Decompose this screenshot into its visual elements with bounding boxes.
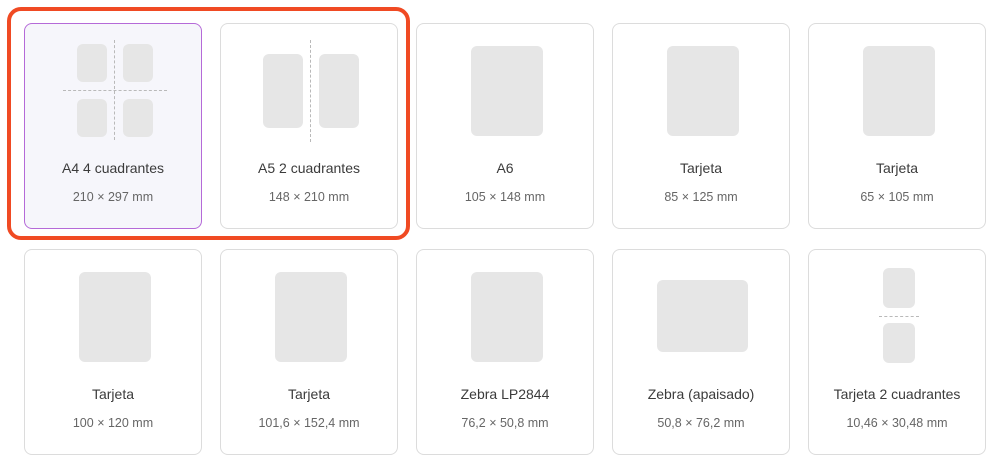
template-label: A5 2 cuadrantes bbox=[258, 160, 360, 176]
template-card-tarjeta-100x120[interactable]: Tarjeta 100 × 120 mm bbox=[24, 249, 202, 455]
template-label: Zebra LP2844 bbox=[460, 386, 550, 402]
template-dimensions: 100 × 120 mm bbox=[72, 416, 154, 430]
template-card-a6[interactable]: A6 105 × 148 mm bbox=[416, 23, 594, 229]
template-dimensions: 105 × 148 mm bbox=[464, 190, 546, 204]
tarjeta-2-quadrants-preview-icon bbox=[809, 250, 985, 390]
template-dimensions: 65 × 105 mm bbox=[860, 190, 934, 204]
template-label: A4 4 cuadrantes bbox=[62, 160, 164, 176]
zebra-lp2844-preview-icon bbox=[417, 250, 593, 390]
template-dimensions: 10,46 × 30,48 mm bbox=[846, 416, 948, 430]
template-label: Tarjeta bbox=[91, 386, 135, 402]
template-dimensions: 101,6 × 152,4 mm bbox=[258, 416, 360, 430]
template-card-zebra-landscape[interactable]: Zebra (apaisado) 50,8 × 76,2 mm bbox=[612, 249, 790, 455]
template-dimensions: 148 × 210 mm bbox=[268, 190, 350, 204]
template-card-tarjeta-101x152[interactable]: Tarjeta 101,6 × 152,4 mm bbox=[220, 249, 398, 455]
template-card-tarjeta-65x105[interactable]: Tarjeta 65 × 105 mm bbox=[808, 23, 986, 229]
template-card-zebra-lp2844[interactable]: Zebra LP2844 76,2 × 50,8 mm bbox=[416, 249, 594, 455]
template-card-tarjeta-85x125[interactable]: Tarjeta 85 × 125 mm bbox=[612, 23, 790, 229]
template-dimensions: 50,8 × 76,2 mm bbox=[657, 416, 745, 430]
template-label: A6 bbox=[496, 160, 514, 176]
template-card-a4-4-quadrants[interactable]: A4 4 cuadrantes 210 × 297 mm bbox=[24, 23, 202, 229]
template-dimensions: 210 × 297 mm bbox=[72, 190, 154, 204]
template-card-tarjeta-2-quadrants[interactable]: Tarjeta 2 cuadrantes 10,46 × 30,48 mm bbox=[808, 249, 986, 455]
zebra-landscape-preview-icon bbox=[613, 250, 789, 390]
tarjeta-preview-icon bbox=[613, 24, 789, 164]
template-label: Tarjeta bbox=[679, 160, 723, 176]
template-dimensions: 85 × 125 mm bbox=[664, 190, 738, 204]
tarjeta-preview-icon bbox=[25, 250, 201, 390]
tarjeta-preview-icon bbox=[809, 24, 985, 164]
template-card-a5-2-quadrants[interactable]: A5 2 cuadrantes 148 × 210 mm bbox=[220, 23, 398, 229]
template-label: Tarjeta 2 cuadrantes bbox=[833, 386, 961, 402]
template-label: Zebra (apaisado) bbox=[647, 386, 755, 402]
a4-4-quadrants-preview-icon bbox=[25, 24, 201, 164]
tarjeta-preview-icon bbox=[221, 250, 397, 390]
template-label: Tarjeta bbox=[287, 386, 331, 402]
a5-2-quadrants-preview-icon bbox=[221, 24, 397, 164]
a6-preview-icon bbox=[417, 24, 593, 164]
template-dimensions: 76,2 × 50,8 mm bbox=[461, 416, 549, 430]
template-label: Tarjeta bbox=[875, 160, 919, 176]
